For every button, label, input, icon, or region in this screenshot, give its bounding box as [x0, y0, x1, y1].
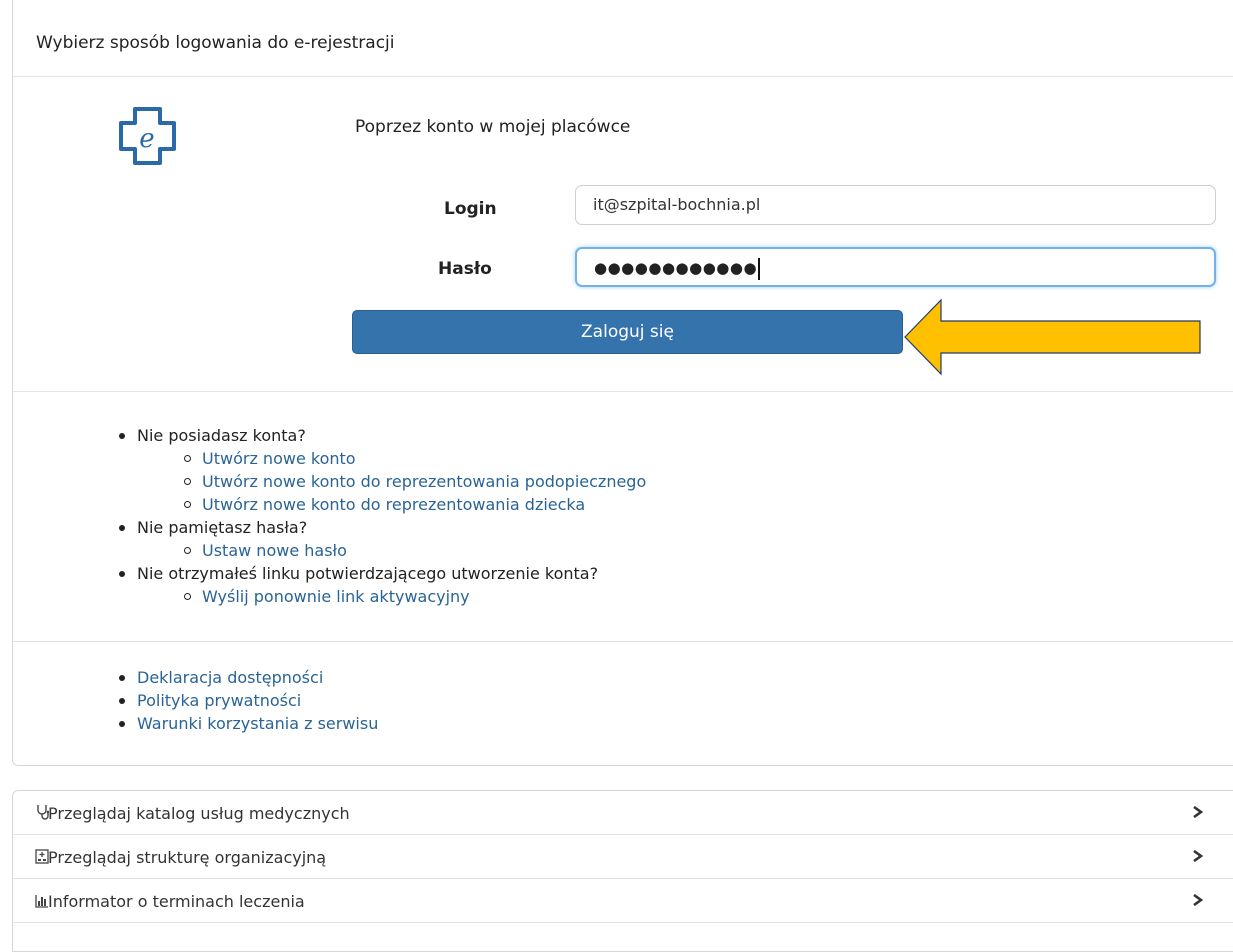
password-label: Hasło: [438, 259, 492, 279]
annotation-arrow-icon: [904, 298, 1201, 376]
hospital-icon: [35, 849, 49, 864]
no-activation-link-item: Nie otrzymałeś linku potwierdzającego ut…: [112, 562, 646, 585]
navigation-panel: Przeglądaj katalog usług medycznych Prze…: [12, 790, 1233, 952]
create-child-account-link[interactable]: Utwórz nowe konto do reprezentowania dzi…: [112, 493, 646, 516]
login-method-title: Poprzez konto w mojej placówce: [355, 117, 631, 137]
login-panel: Wybierz sposób logowania do e-rejestracj…: [12, 0, 1233, 766]
chevron-right-icon: [1193, 850, 1203, 862]
resend-activation-link[interactable]: Wyślij ponownie link aktywacyjny: [112, 585, 646, 608]
terms-of-service-link[interactable]: Warunki korzystania z serwisu: [112, 712, 378, 735]
chevron-right-icon: [1193, 806, 1203, 818]
nav-item-label: Przeglądaj katalog usług medycznych: [48, 804, 350, 823]
no-account-item: Nie posiadasz konta?: [112, 424, 646, 447]
forgot-password-item: Nie pamiętasz hasła?: [112, 516, 646, 539]
login-input[interactable]: it@szpital-bochnia.pl: [575, 185, 1216, 225]
login-label: Login: [444, 199, 497, 219]
divider: [13, 641, 1233, 642]
create-account-link[interactable]: Utwórz nowe konto: [112, 447, 646, 470]
login-button[interactable]: Zaloguj się: [352, 310, 903, 354]
panel-title: Wybierz sposób logowania do e-rejestracj…: [36, 33, 395, 53]
create-ward-account-link[interactable]: Utwórz nowe konto do reprezentowania pod…: [112, 470, 646, 493]
panel-header: Wybierz sposób logowania do e-rejestracj…: [13, 0, 1233, 77]
text-caret: [758, 257, 761, 280]
stethoscope-icon: [37, 805, 49, 820]
password-input[interactable]: ●●●●●●●●●●●●: [575, 247, 1216, 287]
nav-item-label: Informator o terminach leczenia: [48, 892, 305, 911]
accessibility-declaration-link[interactable]: Deklaracja dostępności: [112, 666, 378, 689]
nav-item-structure[interactable]: Przeglądaj strukturę organizacyjną: [13, 835, 1233, 879]
privacy-policy-link[interactable]: Polityka prywatności: [112, 689, 378, 712]
chevron-right-icon: [1193, 894, 1203, 906]
nav-item-catalog[interactable]: Przeglądaj katalog usług medycznych: [13, 791, 1233, 835]
divider: [13, 391, 1233, 392]
legal-links-list: Deklaracja dostępności Polityka prywatno…: [112, 666, 378, 735]
login-input-value: it@szpital-bochnia.pl: [593, 195, 761, 214]
account-help-list: Nie posiadasz konta? Utwórz nowe konto U…: [112, 424, 646, 608]
password-input-value: ●●●●●●●●●●●●: [594, 259, 758, 277]
bar-chart-icon: [35, 895, 48, 908]
e-cross-logo-icon: e: [119, 107, 176, 165]
nav-item-informator[interactable]: Informator o terminach leczenia: [13, 879, 1233, 923]
set-new-password-link[interactable]: Ustaw nowe hasło: [112, 539, 646, 562]
svg-text:e: e: [139, 124, 154, 154]
nav-item-label: Przeglądaj strukturę organizacyjną: [48, 848, 327, 867]
